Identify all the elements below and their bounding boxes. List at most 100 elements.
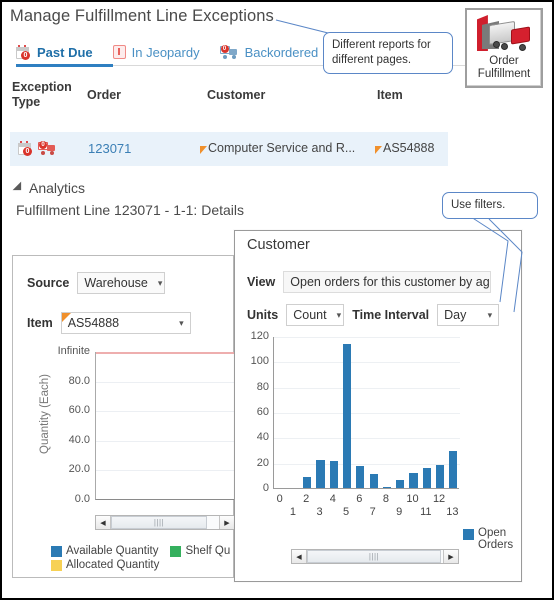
x-tick-label: 12 bbox=[432, 493, 446, 505]
y-tick-label: 80 bbox=[256, 380, 269, 393]
source-select[interactable]: Warehouse ▾ bbox=[77, 272, 166, 294]
chart-bar[interactable] bbox=[409, 472, 418, 488]
legend-item-shelf-quantity[interactable]: Shelf Qu bbox=[170, 544, 230, 558]
x-tick-label: 3 bbox=[316, 506, 323, 518]
gridline bbox=[96, 470, 235, 472]
time-interval-value: Day bbox=[444, 308, 467, 322]
legend-swatch bbox=[51, 559, 62, 571]
source-value: Warehouse bbox=[84, 276, 148, 290]
column-header-customer[interactable]: Customer bbox=[207, 88, 265, 103]
required-flag-icon bbox=[61, 313, 71, 322]
customer-open-orders-chart: 0 20 40 60 80 100 120 0 1 2 3 4 5 6 7 8 9 10 11 12 13 Open O… bbox=[235, 330, 523, 551]
inventory-analytics-card: Source Warehouse ▾ Item AS54888 ▾ Quanti… bbox=[12, 255, 235, 578]
chart-bar[interactable] bbox=[369, 474, 378, 488]
active-tab-indicator bbox=[16, 64, 113, 67]
column-header-item[interactable]: Item bbox=[377, 88, 403, 103]
fulfillment-line-detail-label: Fulfillment Line 123071 - 1-1: Details bbox=[16, 202, 245, 218]
customer-chart-plot-area bbox=[273, 337, 460, 489]
chart-bar[interactable] bbox=[316, 460, 325, 488]
chart-bar[interactable] bbox=[422, 467, 431, 488]
order-fulfillment-badge[interactable]: Order Fulfillment bbox=[465, 8, 543, 88]
inventory-chart-legend: Available Quantity Shelf Qu Allocated Qu… bbox=[51, 544, 235, 572]
customer-chart-y-ticks: 0 20 40 60 80 100 120 bbox=[235, 330, 271, 494]
chart-bar[interactable] bbox=[329, 461, 338, 488]
customer-chart-legend[interactable]: Open Orders bbox=[463, 527, 513, 551]
gridline bbox=[96, 381, 235, 383]
scroll-left-icon[interactable]: ◀ bbox=[292, 550, 307, 563]
y-tick-label: 120 bbox=[250, 330, 269, 342]
collapse-triangle-icon bbox=[12, 181, 26, 195]
gridline bbox=[96, 411, 235, 413]
tab-past-due[interactable]: 0 Past Due bbox=[16, 44, 93, 60]
chart-bar[interactable] bbox=[449, 451, 458, 488]
y-tick-label: 60.0 bbox=[68, 404, 90, 417]
x-tick-label: 2 bbox=[303, 493, 310, 505]
column-header-exception-type[interactable]: Exception Type bbox=[12, 80, 84, 110]
tab-in-jeopardy[interactable]: In Jeopardy bbox=[112, 45, 200, 60]
row-order-link[interactable]: 123071 bbox=[88, 141, 131, 156]
time-interval-select[interactable]: Day ▾ bbox=[437, 304, 500, 326]
view-select[interactable]: Open orders for this customer by age bbox=[283, 271, 492, 293]
customer-chart-hscrollbar[interactable]: ◀ |||| ▶ bbox=[291, 549, 459, 564]
y-tick-label: 0.0 bbox=[74, 493, 90, 505]
x-tick-label: 10 bbox=[406, 493, 419, 505]
past-due-badge-count: 0 bbox=[21, 50, 30, 60]
source-label: Source bbox=[27, 276, 70, 290]
x-tick-label: 0 bbox=[276, 493, 283, 505]
y-tick-label: 0 bbox=[262, 482, 269, 494]
infinite-limit-line bbox=[96, 352, 235, 354]
chart-bar[interactable] bbox=[342, 343, 352, 488]
chart-bar[interactable] bbox=[435, 465, 445, 488]
chevron-down-icon: ▾ bbox=[336, 309, 342, 320]
legend-label: Available Quantity bbox=[66, 545, 159, 557]
item-select[interactable]: AS54888 ▾ bbox=[60, 312, 191, 334]
y-tick-label: Infinite bbox=[57, 345, 90, 357]
customer-analytics-card: Customer View Open orders for this custo… bbox=[234, 230, 522, 582]
row-item-cell[interactable]: AS54888 bbox=[375, 141, 434, 155]
legend-swatch bbox=[170, 545, 182, 557]
chevron-down-icon: ▾ bbox=[179, 317, 184, 328]
scroll-right-icon[interactable]: ▶ bbox=[219, 516, 234, 529]
gridline bbox=[274, 337, 460, 338]
analytics-section-toggle[interactable]: Analytics bbox=[12, 180, 85, 196]
legend-item-allocated-quantity[interactable]: Allocated Quantity bbox=[51, 558, 159, 572]
scroll-thumb[interactable]: |||| bbox=[111, 516, 207, 529]
inventory-chart-hscrollbar[interactable]: ◀ |||| ▶ bbox=[95, 515, 235, 530]
units-select[interactable]: Count ▾ bbox=[286, 304, 345, 326]
row-item-value: AS54888 bbox=[383, 141, 435, 155]
required-flag-icon bbox=[375, 146, 382, 154]
tab-backordered[interactable]: 0 Backordered bbox=[219, 44, 319, 60]
units-and-interval-fields: Units Count ▾ Time Interval Day ▾ bbox=[247, 304, 500, 326]
table-row[interactable]: 0 0 123071 Computer Service and R... AS5… bbox=[10, 132, 448, 166]
x-tick-label: 6 bbox=[356, 493, 363, 505]
chart-bar[interactable] bbox=[396, 480, 405, 488]
tab-bar: 0 Past Due In Jeopardy 0 Backordered bbox=[16, 40, 318, 64]
row-customer-cell[interactable]: Computer Service and R... bbox=[200, 141, 355, 155]
gridline bbox=[274, 438, 460, 440]
scroll-track[interactable]: |||| bbox=[307, 550, 443, 563]
scroll-right-icon[interactable]: ▶ bbox=[443, 550, 458, 563]
y-tick-label: 40 bbox=[256, 431, 269, 444]
item-value: AS54888 bbox=[67, 316, 120, 330]
scroll-left-icon[interactable]: ◀ bbox=[96, 516, 111, 529]
chevron-down-icon: ▾ bbox=[487, 309, 493, 320]
chart-bar[interactable] bbox=[303, 476, 312, 488]
x-tick-label: 4 bbox=[329, 493, 336, 505]
legend-item-available-quantity[interactable]: Available Quantity bbox=[51, 544, 158, 558]
page-title: Manage Fulfillment Line Exceptions bbox=[10, 7, 274, 25]
tab-backordered-label: Backordered bbox=[244, 44, 319, 60]
chart-bar[interactable] bbox=[356, 466, 365, 488]
y-tick-label: 20 bbox=[256, 456, 269, 469]
inventory-chart: Quantity (Each) Infinite 80.0 60.0 40.0 20.0… bbox=[13, 345, 235, 526]
scroll-thumb[interactable]: |||| bbox=[307, 550, 441, 563]
chart-bar[interactable] bbox=[382, 486, 392, 488]
scroll-track[interactable]: |||| bbox=[111, 516, 219, 529]
filters-callout: Use filters. bbox=[442, 192, 538, 219]
x-tick-label: 11 bbox=[420, 506, 432, 518]
view-label: View bbox=[247, 275, 276, 289]
column-header-order[interactable]: Order bbox=[87, 88, 121, 103]
y-tick-label: 40.0 bbox=[68, 433, 90, 446]
units-label: Units bbox=[247, 308, 279, 322]
tab-past-due-label: Past Due bbox=[37, 44, 93, 60]
x-tick-label: 13 bbox=[446, 506, 459, 518]
